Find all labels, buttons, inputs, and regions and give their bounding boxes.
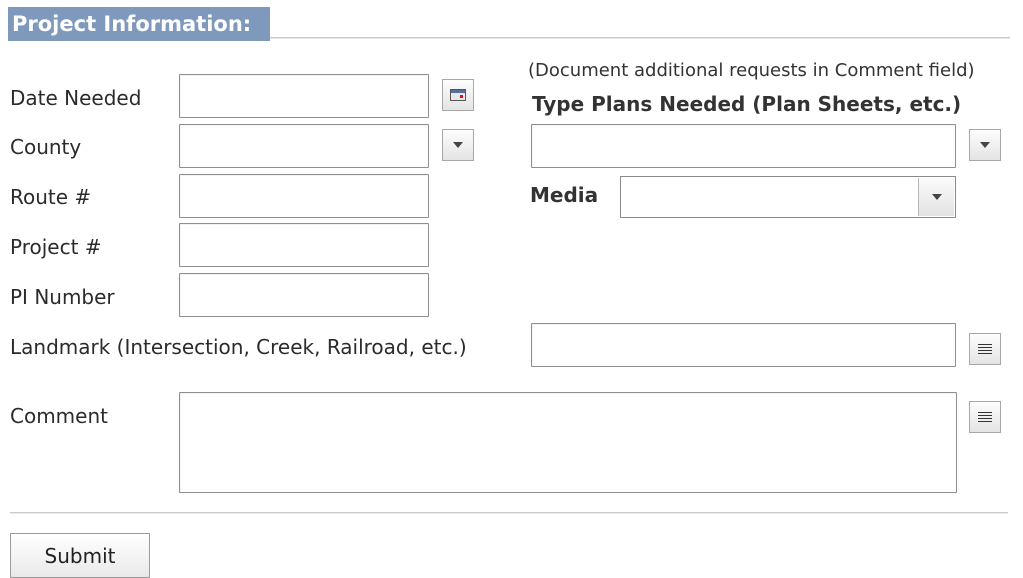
route-label: Route #: [10, 185, 92, 209]
type-plans-input[interactable]: [531, 124, 956, 168]
project-label: Project #: [10, 235, 102, 259]
calendar-icon: [450, 89, 466, 101]
date-picker-button[interactable]: [442, 79, 474, 111]
comment-note: (Document additional requests in Comment…: [528, 60, 975, 81]
comment-expand-button[interactable]: [969, 401, 1001, 433]
type-plans-dropdown-button[interactable]: [969, 129, 1001, 161]
pi-number-label: PI Number: [10, 285, 115, 309]
date-needed-input[interactable]: [179, 74, 429, 118]
county-dropdown-button[interactable]: [442, 129, 474, 161]
county-input[interactable]: [179, 124, 429, 168]
date-needed-label: Date Needed: [10, 86, 142, 110]
comment-label: Comment: [10, 404, 108, 428]
media-dropdown-arrow[interactable]: [918, 178, 954, 216]
landmark-label: Landmark (Intersection, Creek, Railroad,…: [10, 335, 467, 359]
landmark-input[interactable]: [531, 323, 956, 367]
comment-textarea[interactable]: [179, 392, 957, 493]
media-label: Media: [530, 183, 599, 207]
landmark-expand-button[interactable]: [969, 333, 1001, 365]
county-label: County: [10, 135, 82, 159]
chevron-down-icon: [980, 142, 990, 148]
project-input[interactable]: [179, 223, 429, 267]
chevron-down-icon: [931, 194, 942, 200]
chevron-down-icon: [453, 142, 463, 148]
lines-icon: [978, 344, 992, 354]
type-plans-label: Type Plans Needed (Plan Sheets, etc.): [532, 92, 962, 116]
lines-icon: [978, 412, 992, 422]
header-divider: [270, 37, 1010, 39]
submit-button[interactable]: Submit: [10, 533, 150, 578]
pi-number-input[interactable]: [179, 273, 429, 317]
route-input[interactable]: [179, 174, 429, 218]
section-header: Project Information:: [8, 7, 270, 41]
media-select[interactable]: [620, 176, 956, 218]
footer-divider: [10, 512, 1008, 514]
